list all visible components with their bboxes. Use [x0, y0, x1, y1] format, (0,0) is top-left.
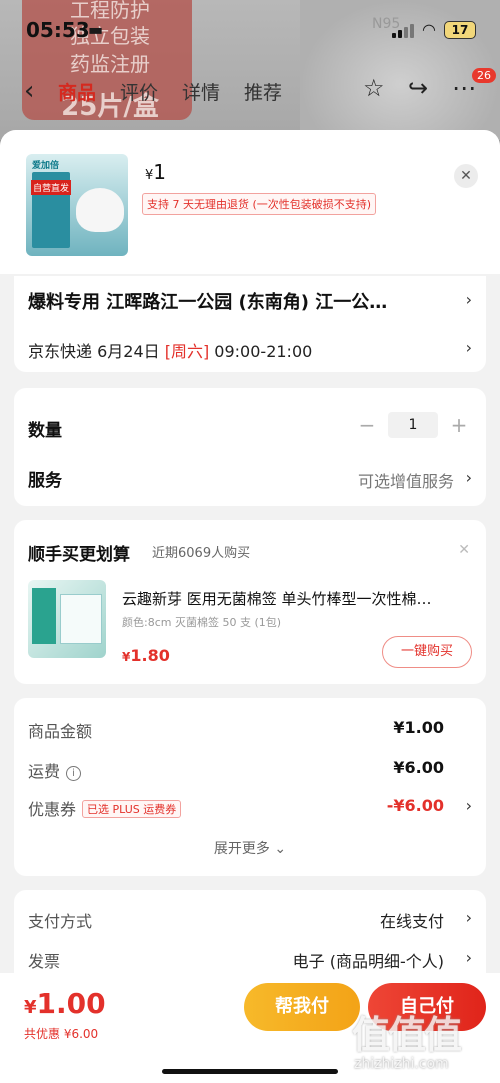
- product-price: ¥1: [145, 160, 166, 184]
- quantity-service-card: 数量 − 1 + 服务 可选增值服务 ›: [14, 388, 486, 506]
- chevron-right-icon: ›: [465, 908, 472, 927]
- chevron-right-icon: ›: [465, 468, 472, 487]
- total-price-symbol: ¥: [24, 997, 37, 1018]
- return-policy-tag: 支持 7 天无理由退货 (一次性包装破损不支持): [142, 193, 377, 215]
- total-price-value: 1.00: [36, 987, 106, 1020]
- order-sheet: 爱加倍 自营直发 ¥1 支持 7 天无理由退货 (一次性包装破损不支持) ✕ 爆…: [0, 130, 500, 1083]
- chevron-right-icon: ›: [465, 290, 472, 309]
- delivery-date: 京东快递 6月24日: [28, 342, 165, 361]
- watermark-logo: 值值值: [352, 1013, 462, 1057]
- status-icons: ◠ 17: [392, 20, 476, 39]
- bundle-price-value: 1.80: [130, 646, 170, 665]
- tab-reviews[interactable]: 评价: [120, 78, 158, 105]
- wifi-icon: ◠: [422, 20, 436, 39]
- bundle-title: 顺手买更划算: [28, 545, 130, 565]
- quantity-stepper[interactable]: − 1 +: [358, 412, 468, 438]
- price-summary-card: 商品金额 ¥1.00 运费 i ¥6.00 优惠券 已选 PLUS 运费券 -¥6.…: [14, 698, 486, 876]
- product-nav: ‹ 商品 评价 详情 推荐 ☆ ↪ ⋯ 26: [0, 68, 500, 110]
- tab-recommend[interactable]: 推荐: [244, 78, 282, 105]
- battery-icon: 17: [444, 20, 476, 39]
- goods-amount-row: 商品金额 ¥1.00: [28, 718, 472, 744]
- watermark: 值值值 zhizhizhi.com: [350, 1000, 500, 1083]
- status-bar: 05:53 ▬ ◠ 17: [0, 14, 500, 50]
- address-card[interactable]: 爆料专用 江晖路江一公园 (东南角) 江一公… › 京东快递 6月24日 [周六…: [14, 276, 486, 372]
- payment-method-row[interactable]: 支付方式 在线支付: [28, 908, 472, 932]
- total-discount: 共优惠 ¥6.00: [24, 1027, 99, 1041]
- service-label: 服务: [28, 471, 62, 491]
- delivery-weekday: [周六]: [164, 342, 210, 361]
- shipping-label: 运费: [28, 762, 61, 781]
- coupon-tag: 已选 PLUS 运费券: [82, 800, 182, 818]
- delivery-schedule[interactable]: 京东快递 6月24日 [周六] 09:00-21:00: [28, 338, 312, 362]
- watermark-text: zhizhizhi.com: [354, 1056, 449, 1072]
- one-click-buy-button[interactable]: 一键购买: [382, 636, 472, 668]
- minus-icon[interactable]: −: [358, 413, 376, 437]
- help-pay-button[interactable]: 帮我付: [244, 983, 360, 1031]
- bundle-item-spec: 颜色:8cm 灭菌棉签 50 支 (1包): [122, 616, 282, 629]
- expand-more-button[interactable]: 展开更多 ⌄: [14, 838, 486, 858]
- bed-icon: ▬: [88, 20, 104, 39]
- coupon-label: 优惠券: [28, 800, 77, 819]
- invoice-row[interactable]: 发票 电子 (商品明细-个人): [28, 948, 472, 972]
- bundle-item-price: ¥1.80: [122, 646, 170, 665]
- close-icon[interactable]: ✕: [458, 542, 470, 558]
- quantity-value[interactable]: 1: [388, 412, 438, 438]
- shipping-value: ¥6.00: [393, 758, 444, 777]
- bundle-item-name[interactable]: 云趣新芽 医用无菌棉签 单头竹棒型一次性棉…: [122, 588, 472, 609]
- product-thumb-tag: 自营直发: [31, 180, 72, 195]
- delivery-address[interactable]: 爆料专用 江晖路江一公园 (东南角) 江一公…: [28, 288, 448, 314]
- coupon-value: -¥6.00: [386, 796, 444, 815]
- product-price-value: 1: [153, 160, 167, 184]
- share-icon[interactable]: ↪: [408, 74, 428, 102]
- coupon-row[interactable]: 优惠券 已选 PLUS 运费券 -¥6.00: [28, 796, 472, 822]
- goods-amount-value: ¥1.00: [393, 718, 444, 737]
- product-thumbnail: 爱加倍 自营直发: [26, 154, 128, 256]
- home-indicator: [162, 1069, 338, 1074]
- bundle-subtitle: 近期6069人购买: [152, 546, 251, 561]
- payment-method-value: 在线支付: [379, 912, 444, 931]
- invoice-value: 电子 (商品明细-个人): [292, 952, 444, 971]
- chevron-right-icon: ›: [465, 338, 472, 357]
- goods-amount-label: 商品金额: [28, 722, 93, 741]
- status-time: 05:53: [26, 18, 90, 42]
- favorite-icon[interactable]: ☆: [363, 74, 385, 102]
- close-button[interactable]: ✕: [454, 164, 478, 188]
- total-price: ¥1.00: [24, 987, 106, 1020]
- product-mask-image: [76, 188, 124, 232]
- tab-goods[interactable]: 商品: [58, 78, 96, 105]
- product-thumb-logo: 爱加倍: [32, 161, 60, 171]
- bundle-recommend-card: 顺手买更划算 近期6069人购买 ✕ 云趣新芽 医用无菌棉签 单头竹棒型一次性棉…: [14, 520, 486, 684]
- bundle-item-thumbnail[interactable]: [28, 580, 106, 658]
- service-value[interactable]: 可选增值服务: [358, 468, 454, 492]
- payment-method-label: 支付方式: [28, 912, 93, 931]
- quantity-label: 数量: [28, 421, 62, 441]
- shipping-row: 运费 i ¥6.00: [28, 758, 472, 784]
- product-header: 爱加倍 自营直发 ¥1 支持 7 天无理由退货 (一次性包装破损不支持) ✕: [0, 130, 500, 274]
- tab-details[interactable]: 详情: [182, 78, 220, 105]
- info-icon[interactable]: i: [66, 766, 82, 781]
- plus-icon[interactable]: +: [450, 413, 468, 437]
- invoice-label: 发票: [28, 952, 61, 971]
- delivery-time: 09:00-21:00: [209, 342, 313, 361]
- message-badge: 26: [472, 68, 496, 83]
- back-icon[interactable]: ‹: [24, 76, 34, 106]
- signal-icon: [392, 22, 415, 38]
- chevron-right-icon: ›: [465, 948, 472, 967]
- chevron-right-icon: ›: [465, 796, 472, 815]
